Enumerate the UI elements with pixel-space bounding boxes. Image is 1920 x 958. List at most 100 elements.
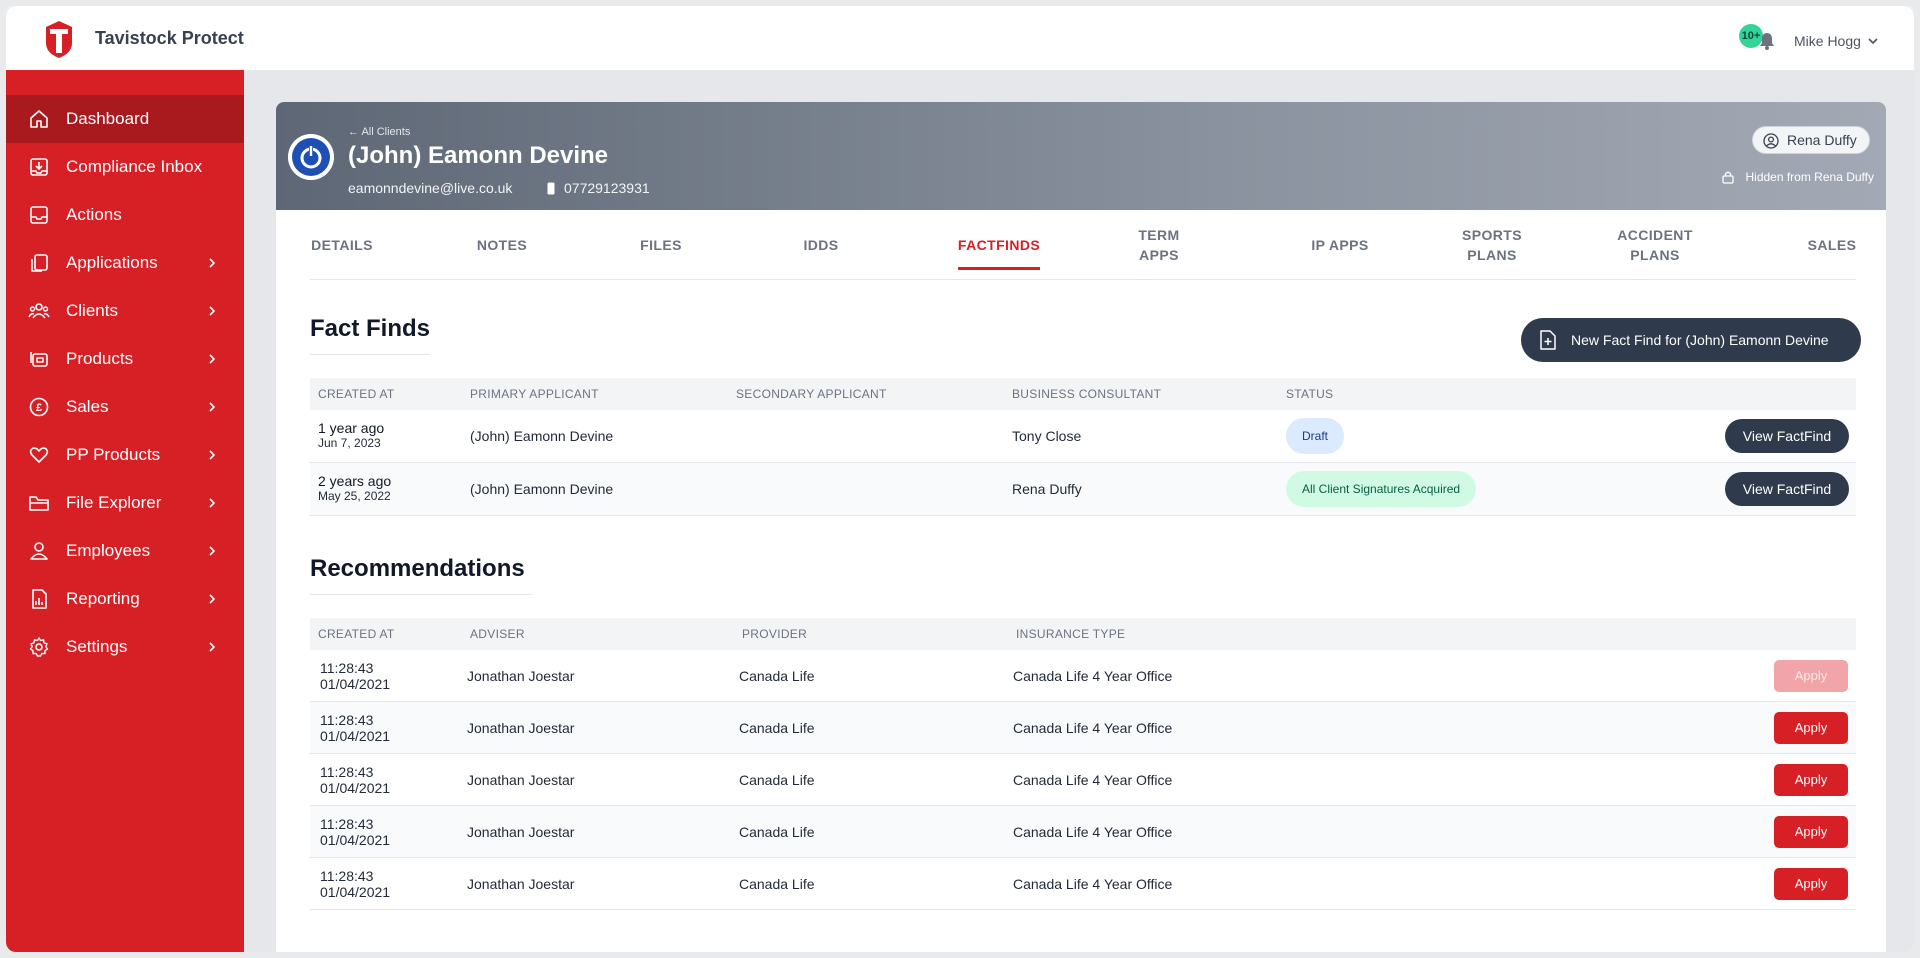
notifications-button[interactable]: 10+ bbox=[1739, 24, 1781, 54]
sidebar-item-compliance-inbox[interactable]: Compliance Inbox bbox=[6, 143, 244, 191]
provider-cell: Canada Life bbox=[739, 876, 815, 892]
tab-notes[interactable]: NOTES bbox=[476, 210, 528, 280]
status-badge: Draft bbox=[1286, 418, 1345, 454]
date-text: 01/04/2021 bbox=[320, 884, 391, 900]
consultant-cell: Tony Close bbox=[1012, 428, 1082, 444]
client-avatar-icon bbox=[288, 134, 334, 180]
sidebar-item-pp-products[interactable]: PP Products bbox=[6, 431, 244, 479]
column-header: CREATED AT bbox=[318, 627, 395, 641]
client-header: ← All Clients (John) Eamonn Devine eamon… bbox=[276, 102, 1886, 210]
user-icon bbox=[30, 542, 48, 560]
sidebar-item-actions[interactable]: Actions bbox=[6, 191, 244, 239]
chevron-right-icon bbox=[209, 546, 216, 556]
chevron-right-icon bbox=[209, 642, 216, 652]
sidebar: Dashboard Compliance Inbox Actions Appli… bbox=[6, 70, 244, 952]
tab-accident-plans[interactable]: ACCIDENT PLANS bbox=[1614, 210, 1696, 280]
apply-button[interactable]: Apply bbox=[1774, 660, 1848, 692]
sidebar-item-sales[interactable]: £ Sales bbox=[6, 383, 244, 431]
absolute-date: Jun 7, 2023 bbox=[318, 436, 381, 450]
gear-icon bbox=[29, 637, 49, 657]
column-header: BUSINESS CONSULTANT bbox=[1012, 387, 1162, 401]
sidebar-item-employees[interactable]: Employees bbox=[6, 527, 244, 575]
table-row: 11:28:43 01/04/2021 Jonathan Joestar Can… bbox=[310, 806, 1856, 858]
insurance-type-cell: Canada Life 4 Year Office bbox=[1013, 720, 1173, 736]
recommendations-title-underline bbox=[310, 594, 532, 595]
sidebar-item-reporting[interactable]: Reporting bbox=[6, 575, 244, 623]
column-header: SECONDARY APPLICANT bbox=[736, 387, 887, 401]
tavistock-logo-icon[interactable] bbox=[42, 19, 76, 59]
insurance-type-cell: Canada Life 4 Year Office bbox=[1013, 668, 1173, 684]
report-icon bbox=[32, 589, 47, 609]
client-owner-pill[interactable]: Rena Duffy bbox=[1752, 126, 1870, 154]
time-text: 11:28:43 bbox=[320, 816, 374, 832]
view-factfind-button[interactable]: View FactFind bbox=[1725, 472, 1849, 506]
client-phone[interactable]: 07729123931 bbox=[564, 180, 650, 196]
sidebar-item-label: Dashboard bbox=[66, 109, 150, 128]
factfinds-title: Fact Finds bbox=[310, 315, 431, 342]
factfinds-table: CREATED AT PRIMARY APPLICANT SECONDARY A… bbox=[310, 378, 1856, 518]
sidebar-item-label: Settings bbox=[66, 637, 128, 656]
apply-button[interactable]: Apply bbox=[1774, 712, 1848, 744]
app-window: Tavistock Protect 10+ Mike Hogg Dashboar… bbox=[6, 6, 1914, 952]
time-text: 11:28:43 bbox=[320, 868, 374, 884]
column-header: STATUS bbox=[1286, 387, 1334, 401]
tab-idds[interactable]: IDDS bbox=[803, 210, 839, 280]
date-text: 01/04/2021 bbox=[320, 780, 391, 796]
view-factfind-button[interactable]: View FactFind bbox=[1725, 419, 1849, 453]
insurance-type-cell: Canada Life 4 Year Office bbox=[1013, 876, 1173, 892]
file-plus-icon bbox=[1540, 330, 1556, 350]
table-header: CREATED AT PRIMARY APPLICANT SECONDARY A… bbox=[310, 378, 1856, 410]
client-email[interactable]: eamonndevine@live.co.uk bbox=[348, 180, 512, 196]
sidebar-item-clients[interactable]: Clients bbox=[6, 287, 244, 335]
phone-icon bbox=[547, 182, 555, 195]
time-text: 11:28:43 bbox=[320, 764, 374, 780]
chevron-right-icon bbox=[209, 450, 216, 460]
relative-date: 1 year ago bbox=[318, 420, 385, 436]
recommendations-title: Recommendations bbox=[310, 555, 525, 582]
column-header: CREATED AT bbox=[318, 387, 395, 401]
apply-button[interactable]: Apply bbox=[1774, 764, 1848, 796]
date-text: 01/04/2021 bbox=[320, 676, 391, 692]
sidebar-item-label: Reporting bbox=[66, 589, 140, 608]
hidden-from-note: Hidden from Rena Duffy bbox=[1721, 170, 1874, 184]
time-text: 11:28:43 bbox=[320, 660, 374, 676]
svg-text:£: £ bbox=[36, 402, 42, 414]
back-to-all-clients-link[interactable]: ← All Clients bbox=[348, 126, 410, 138]
column-header: ADVISER bbox=[470, 627, 525, 641]
table-row: 11:28:43 01/04/2021 Jonathan Joestar Can… bbox=[310, 858, 1856, 910]
provider-cell: Canada Life bbox=[739, 668, 815, 684]
factfinds-title-underline bbox=[310, 354, 430, 355]
adviser-cell: Jonathan Joestar bbox=[467, 824, 575, 840]
date-text: 01/04/2021 bbox=[320, 832, 391, 848]
tab-sales[interactable]: SALES bbox=[1808, 210, 1856, 280]
tab-factfinds[interactable]: FACTFINDS bbox=[958, 210, 1040, 280]
user-name: Mike Hogg bbox=[1794, 33, 1861, 49]
documents-icon bbox=[31, 254, 48, 272]
tab-sports-plans[interactable]: SPORTS PLANS bbox=[1460, 210, 1524, 280]
sidebar-item-file-explorer[interactable]: File Explorer bbox=[6, 479, 244, 527]
sidebar-item-dashboard[interactable]: Dashboard bbox=[6, 95, 244, 143]
tab-details[interactable]: DETAILS bbox=[310, 210, 374, 280]
created-at-cell: 2 years ago May 25, 2022 bbox=[318, 473, 391, 503]
tab-term-apps[interactable]: TERM APPS bbox=[1136, 210, 1182, 280]
tab-files[interactable]: FILES bbox=[639, 210, 683, 280]
recommendations-table: CREATED AT ADVISER PROVIDER INSURANCE TY… bbox=[310, 618, 1856, 918]
apply-button[interactable]: Apply bbox=[1774, 816, 1848, 848]
apply-button[interactable]: Apply bbox=[1774, 868, 1848, 900]
new-fact-find-button[interactable]: New Fact Find for (John) Eamonn Devine bbox=[1521, 318, 1861, 362]
tab-ip-apps[interactable]: IP APPS bbox=[1310, 210, 1370, 280]
sidebar-item-applications[interactable]: Applications bbox=[6, 239, 244, 287]
provider-cell: Canada Life bbox=[739, 824, 815, 840]
sidebar-item-settings[interactable]: Settings bbox=[6, 623, 244, 671]
chevron-right-icon bbox=[209, 594, 216, 604]
relative-date: 2 years ago bbox=[318, 473, 392, 489]
client-name: (John) Eamonn Devine bbox=[348, 142, 609, 169]
client-card: ← All Clients (John) Eamonn Devine eamon… bbox=[276, 102, 1886, 952]
chevron-right-icon bbox=[209, 498, 216, 508]
inbox-download-icon bbox=[30, 158, 48, 176]
sidebar-item-products[interactable]: Products bbox=[6, 335, 244, 383]
user-menu[interactable]: Mike Hogg bbox=[1794, 33, 1879, 49]
owner-name: Rena Duffy bbox=[1787, 132, 1857, 148]
new-fact-find-label: New Fact Find for (John) Eamonn Devine bbox=[1571, 332, 1829, 348]
top-bar: Tavistock Protect 10+ Mike Hogg bbox=[6, 6, 1914, 70]
